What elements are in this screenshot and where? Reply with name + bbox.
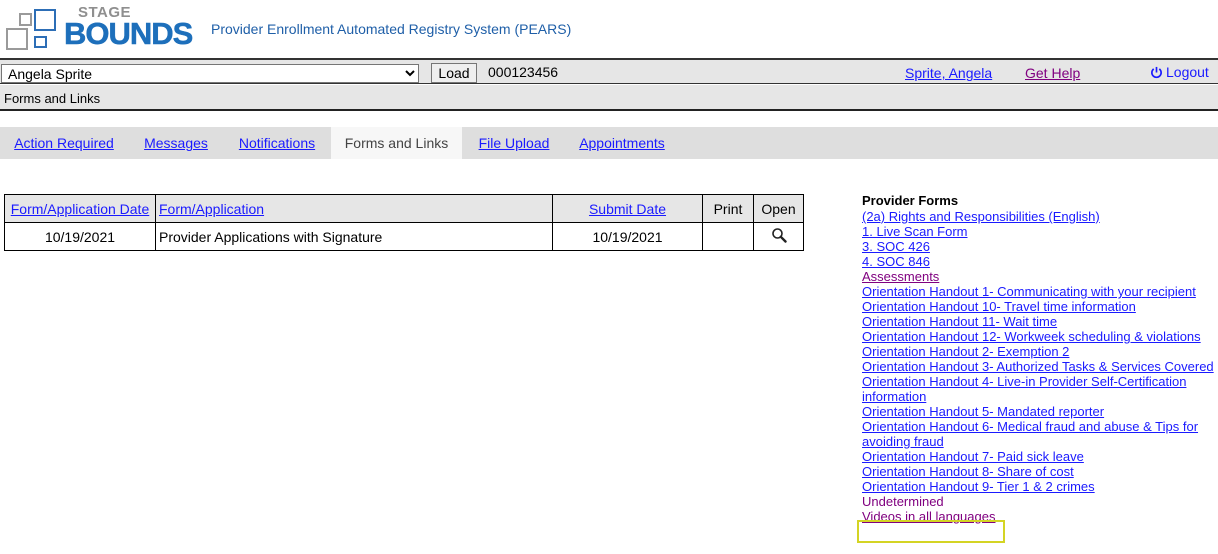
column-header-open: Open bbox=[753, 194, 804, 223]
tab-bar: Action Required Messages Notifications F… bbox=[0, 127, 1218, 159]
row-form-name: Provider Applications with Signature bbox=[155, 222, 553, 251]
logout-button[interactable]: Logout bbox=[1150, 64, 1209, 80]
link-orientation-handout-5[interactable]: Orientation Handout 5- Mandated reporter bbox=[862, 404, 1214, 419]
link-soc-846[interactable]: 4. SOC 846 bbox=[862, 254, 1214, 269]
link-orientation-handout-6[interactable]: Orientation Handout 6- Medical fraud and… bbox=[862, 419, 1214, 449]
link-orientation-handout-11[interactable]: Orientation Handout 11- Wait time bbox=[862, 314, 1214, 329]
case-number: 000123456 bbox=[488, 64, 559, 80]
link-soc-426[interactable]: 3. SOC 426 bbox=[862, 239, 1214, 254]
provider-forms-title: Provider Forms bbox=[862, 193, 959, 208]
open-button[interactable] bbox=[753, 222, 804, 251]
user-toolbar: Angela Sprite Load 000123456 Sprite, Ang… bbox=[0, 58, 1218, 84]
get-help-link[interactable]: Get Help bbox=[1025, 65, 1080, 81]
tab-action-required[interactable]: Action Required bbox=[4, 127, 124, 159]
provider-forms-panel: Provider Forms (2a) Rights and Responsib… bbox=[862, 193, 1214, 524]
user-profile-link[interactable]: Sprite, Angela bbox=[905, 65, 992, 81]
bounds-logo: STAGE BOUNDS bbox=[6, 4, 206, 54]
link-rights-responsibilities[interactable]: (2a) Rights and Responsibilities (Englis… bbox=[862, 209, 1214, 224]
link-orientation-handout-4[interactable]: Orientation Handout 4- Live-in Provider … bbox=[862, 374, 1214, 404]
forms-table: Form/Application Date Form/Application S… bbox=[4, 194, 804, 251]
row-date: 10/19/2021 bbox=[4, 222, 156, 251]
logout-label: Logout bbox=[1166, 64, 1209, 80]
page-title: Forms and Links bbox=[4, 91, 101, 106]
link-orientation-handout-10[interactable]: Orientation Handout 10- Travel time info… bbox=[862, 299, 1214, 314]
column-header-form[interactable]: Form/Application bbox=[155, 194, 553, 223]
link-orientation-handout-7[interactable]: Orientation Handout 7- Paid sick leave bbox=[862, 449, 1214, 464]
power-icon bbox=[1151, 66, 1162, 78]
column-header-print: Print bbox=[702, 194, 754, 223]
table-header-row: Form/Application Date Form/Application S… bbox=[4, 194, 804, 223]
tab-forms-and-links[interactable]: Forms and Links bbox=[331, 127, 462, 159]
table-row: 10/19/2021 Provider Applications with Si… bbox=[4, 222, 804, 251]
row-print bbox=[702, 222, 754, 251]
tab-messages[interactable]: Messages bbox=[136, 127, 216, 159]
column-header-date[interactable]: Form/Application Date bbox=[4, 194, 156, 223]
videos-link-highlight bbox=[857, 520, 1005, 543]
link-orientation-handout-9[interactable]: Orientation Handout 9- Tier 1 & 2 crimes bbox=[862, 479, 1214, 494]
app-title: Provider Enrollment Automated Registry S… bbox=[211, 21, 572, 37]
link-orientation-handout-3[interactable]: Orientation Handout 3- Authorized Tasks … bbox=[862, 359, 1214, 374]
undetermined-label: Undetermined bbox=[862, 494, 944, 509]
link-orientation-handout-1[interactable]: Orientation Handout 1- Communicating wit… bbox=[862, 284, 1214, 299]
breadcrumb: Forms and Links bbox=[0, 85, 1218, 111]
header: STAGE BOUNDS Provider Enrollment Automat… bbox=[0, 0, 1218, 58]
logo-bounds-text: BOUNDS bbox=[64, 16, 194, 52]
tab-file-upload[interactable]: File Upload bbox=[471, 127, 557, 159]
link-orientation-handout-12[interactable]: Orientation Handout 12- Workweek schedul… bbox=[862, 329, 1214, 344]
link-orientation-handout-2[interactable]: Orientation Handout 2- Exemption 2 bbox=[862, 344, 1214, 359]
link-orientation-handout-8[interactable]: Orientation Handout 8- Share of cost bbox=[862, 464, 1214, 479]
link-assessments[interactable]: Assessments bbox=[862, 269, 1214, 284]
tab-appointments[interactable]: Appointments bbox=[570, 127, 674, 159]
row-submit-date: 10/19/2021 bbox=[552, 222, 703, 251]
load-button[interactable]: Load bbox=[431, 63, 477, 83]
magnifier-icon[interactable] bbox=[771, 227, 787, 243]
column-header-submit-date[interactable]: Submit Date bbox=[552, 194, 703, 223]
tab-notifications[interactable]: Notifications bbox=[230, 127, 324, 159]
link-live-scan-form[interactable]: 1. Live Scan Form bbox=[862, 224, 1214, 239]
user-select[interactable]: Angela Sprite bbox=[1, 64, 419, 83]
